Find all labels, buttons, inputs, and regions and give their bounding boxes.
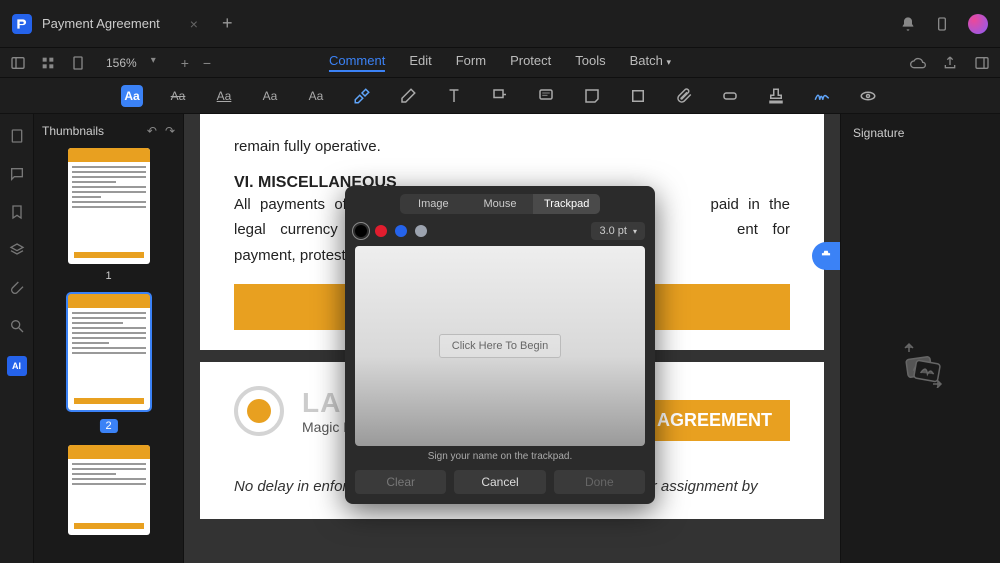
- callout-tool[interactable]: [489, 85, 511, 107]
- left-rail: AI: [0, 114, 34, 563]
- share-icon[interactable]: [942, 55, 958, 71]
- color-row: 3.0 pt▾: [355, 222, 645, 240]
- thumbnails-title: Thumbnails: [42, 124, 139, 138]
- thumbnail-num-1: 1: [42, 270, 175, 282]
- menu-comment[interactable]: Comment: [329, 53, 385, 72]
- panel-icon[interactable]: [974, 55, 990, 71]
- stroke-width-dropdown[interactable]: 3.0 pt▾: [591, 222, 645, 240]
- menu-form[interactable]: Form: [456, 53, 486, 72]
- clear-button[interactable]: Clear: [355, 470, 446, 494]
- note-tool[interactable]: [535, 85, 557, 107]
- page-icon[interactable]: [70, 55, 86, 71]
- cloud-icon[interactable]: [910, 55, 926, 71]
- signature-hint: Sign your name on the trackpad.: [355, 451, 645, 462]
- tab-title[interactable]: Payment Agreement: [42, 16, 160, 31]
- thumbnail-page-2[interactable]: [68, 294, 150, 410]
- thumbnail-page-3[interactable]: [68, 445, 150, 535]
- comments-rail-icon[interactable]: [9, 166, 25, 182]
- cancel-button[interactable]: Cancel: [454, 470, 545, 494]
- menu-tools[interactable]: Tools: [575, 53, 605, 72]
- sticky-note-tool[interactable]: [581, 85, 603, 107]
- done-button[interactable]: Done: [554, 470, 645, 494]
- thumbnail-num-2: 2: [99, 419, 117, 433]
- device-icon[interactable]: [934, 16, 950, 32]
- signature-mode-tabs: Image Mouse Trackpad: [400, 194, 600, 214]
- bell-icon[interactable]: [900, 16, 916, 32]
- signature-empty-icon: [897, 340, 945, 393]
- floating-action-icon[interactable]: [812, 242, 840, 270]
- signature-panel-title: Signature: [853, 126, 904, 140]
- agreement-badge: AGREEMENT: [639, 400, 790, 441]
- menu-edit[interactable]: Edit: [409, 53, 431, 72]
- signature-tool[interactable]: [811, 85, 833, 107]
- zoom-in-icon[interactable]: +: [181, 55, 189, 71]
- tab-image[interactable]: Image: [400, 194, 467, 214]
- caret-tool[interactable]: Aa: [305, 85, 327, 107]
- tab-trackpad[interactable]: Trackpad: [533, 194, 600, 214]
- tab-add-icon[interactable]: +: [222, 13, 233, 34]
- highlighter-tool[interactable]: [351, 85, 373, 107]
- color-blue[interactable]: [395, 225, 407, 237]
- bookmarks-rail-icon[interactable]: [9, 204, 25, 220]
- menu-batch[interactable]: Batch ▾: [630, 53, 671, 72]
- comment-toolbar: Aa Aa Aa Aa Aa: [0, 78, 1000, 114]
- begin-signature-button[interactable]: Click Here To Begin: [439, 334, 561, 358]
- attachment-tool[interactable]: [673, 85, 695, 107]
- app-icon: [12, 14, 32, 34]
- tab-close-icon[interactable]: ×: [190, 16, 198, 32]
- text-box-tool[interactable]: [443, 85, 465, 107]
- color-gray[interactable]: [415, 225, 427, 237]
- undo-icon[interactable]: ↶: [147, 124, 157, 138]
- eraser-tool[interactable]: [397, 85, 419, 107]
- color-red[interactable]: [375, 225, 387, 237]
- attachments-rail-icon[interactable]: [9, 280, 25, 296]
- ai-rail-icon[interactable]: AI: [7, 356, 27, 376]
- zoom-level[interactable]: 156%: [106, 56, 137, 70]
- signature-canvas[interactable]: Click Here To Begin: [355, 246, 645, 446]
- color-black[interactable]: [355, 225, 367, 237]
- menubar: Comment Edit Form Protect Tools Batch ▾: [329, 53, 671, 72]
- zoom-out-icon[interactable]: −: [203, 55, 211, 71]
- grid-icon[interactable]: [40, 55, 56, 71]
- redo-icon[interactable]: ↷: [165, 124, 175, 138]
- strikethrough-tool[interactable]: Aa: [167, 85, 189, 107]
- signature-dialog: Image Mouse Trackpad 3.0 pt▾ Click Here …: [345, 186, 655, 504]
- avatar[interactable]: [968, 14, 988, 34]
- thumbnail-page-1[interactable]: [68, 148, 150, 264]
- sidebar-toggle-icon[interactable]: [10, 55, 26, 71]
- squiggly-tool[interactable]: Aa: [259, 85, 281, 107]
- layers-rail-icon[interactable]: [9, 242, 25, 258]
- underline-tool[interactable]: Aa: [213, 85, 235, 107]
- logo-icon: [234, 386, 284, 436]
- shape-tool[interactable]: [627, 85, 649, 107]
- thumbnails-rail-icon[interactable]: [9, 128, 25, 144]
- search-rail-icon[interactable]: [9, 318, 25, 334]
- menu-protect[interactable]: Protect: [510, 53, 551, 72]
- titlebar: Payment Agreement × +: [0, 0, 1000, 48]
- signature-panel: Signature: [840, 114, 1000, 563]
- stamp-tool[interactable]: [765, 85, 787, 107]
- text-highlight-tool[interactable]: Aa: [121, 85, 143, 107]
- hide-tool[interactable]: [857, 85, 879, 107]
- tab-mouse[interactable]: Mouse: [467, 194, 534, 214]
- doc-text: remain fully operative.: [234, 134, 790, 160]
- chevron-down-icon[interactable]: ▾: [151, 55, 167, 71]
- thumbnails-panel: Thumbnails ↶ ↷ 1 2: [34, 114, 184, 563]
- link-tool[interactable]: [719, 85, 741, 107]
- quickbar: 156% ▾ + − Comment Edit Form Protect Too…: [0, 48, 1000, 78]
